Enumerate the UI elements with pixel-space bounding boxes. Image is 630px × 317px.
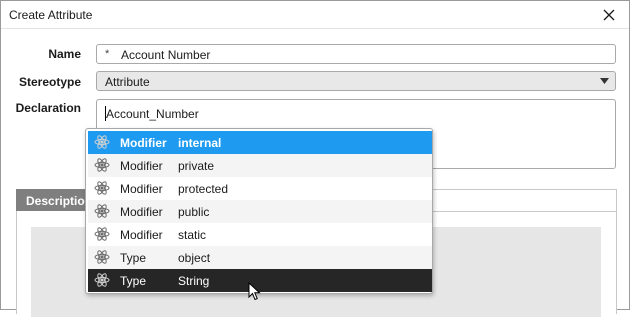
create-attribute-dialog: Create Attribute Name * Account Number S… [0,0,630,317]
autocomplete-item[interactable]: Type object [88,246,432,269]
atom-icon [94,250,110,264]
required-marker: * [105,48,110,60]
item-value: static [178,228,207,242]
atom-icon [94,227,110,241]
autocomplete-item[interactable]: Modifier internal [88,131,432,154]
dialog-title: Create Attribute [9,8,93,22]
item-kind: Modifier [120,159,163,173]
item-kind: Modifier [120,136,167,150]
autocomplete-item[interactable]: Modifier public [88,200,432,223]
item-kind: Type [120,274,147,288]
item-value: public [178,205,210,219]
mouse-cursor-icon [248,282,261,301]
stereotype-label: Stereotype [18,75,81,89]
atom-icon [94,273,110,287]
item-value: protected [178,182,229,196]
autocomplete-popup: Modifier internal Modifier private Modifie… [85,128,433,294]
declaration-value: Account_Number [106,107,199,121]
dropdown-arrow-icon [600,78,609,84]
item-kind: Modifier [120,228,163,242]
name-value: Account Number [121,48,211,62]
name-field[interactable]: * Account Number [96,44,616,64]
name-label: Name [48,47,81,61]
item-kind: Modifier [120,182,163,196]
title-bar: Create Attribute [1,1,629,29]
stereotype-value: Attribute [105,75,150,89]
tab-description-label: Descriptio [26,194,85,208]
item-value: internal [178,136,222,150]
item-value: String [178,274,210,288]
autocomplete-item[interactable]: Modifier private [88,154,432,177]
atom-icon [94,135,110,149]
autocomplete-item[interactable]: Modifier static [88,223,432,246]
atom-icon [94,204,110,218]
item-value: object [178,251,211,265]
item-kind: Type [120,251,147,265]
atom-icon [94,181,110,195]
atom-icon [94,158,110,172]
stereotype-select[interactable]: Attribute [96,71,616,91]
close-icon [603,9,615,21]
close-button[interactable] [599,6,619,24]
declaration-label: Declaration [15,101,81,115]
autocomplete-item[interactable]: Modifier protected [88,177,432,200]
item-value: private [178,159,215,173]
item-kind: Modifier [120,205,163,219]
